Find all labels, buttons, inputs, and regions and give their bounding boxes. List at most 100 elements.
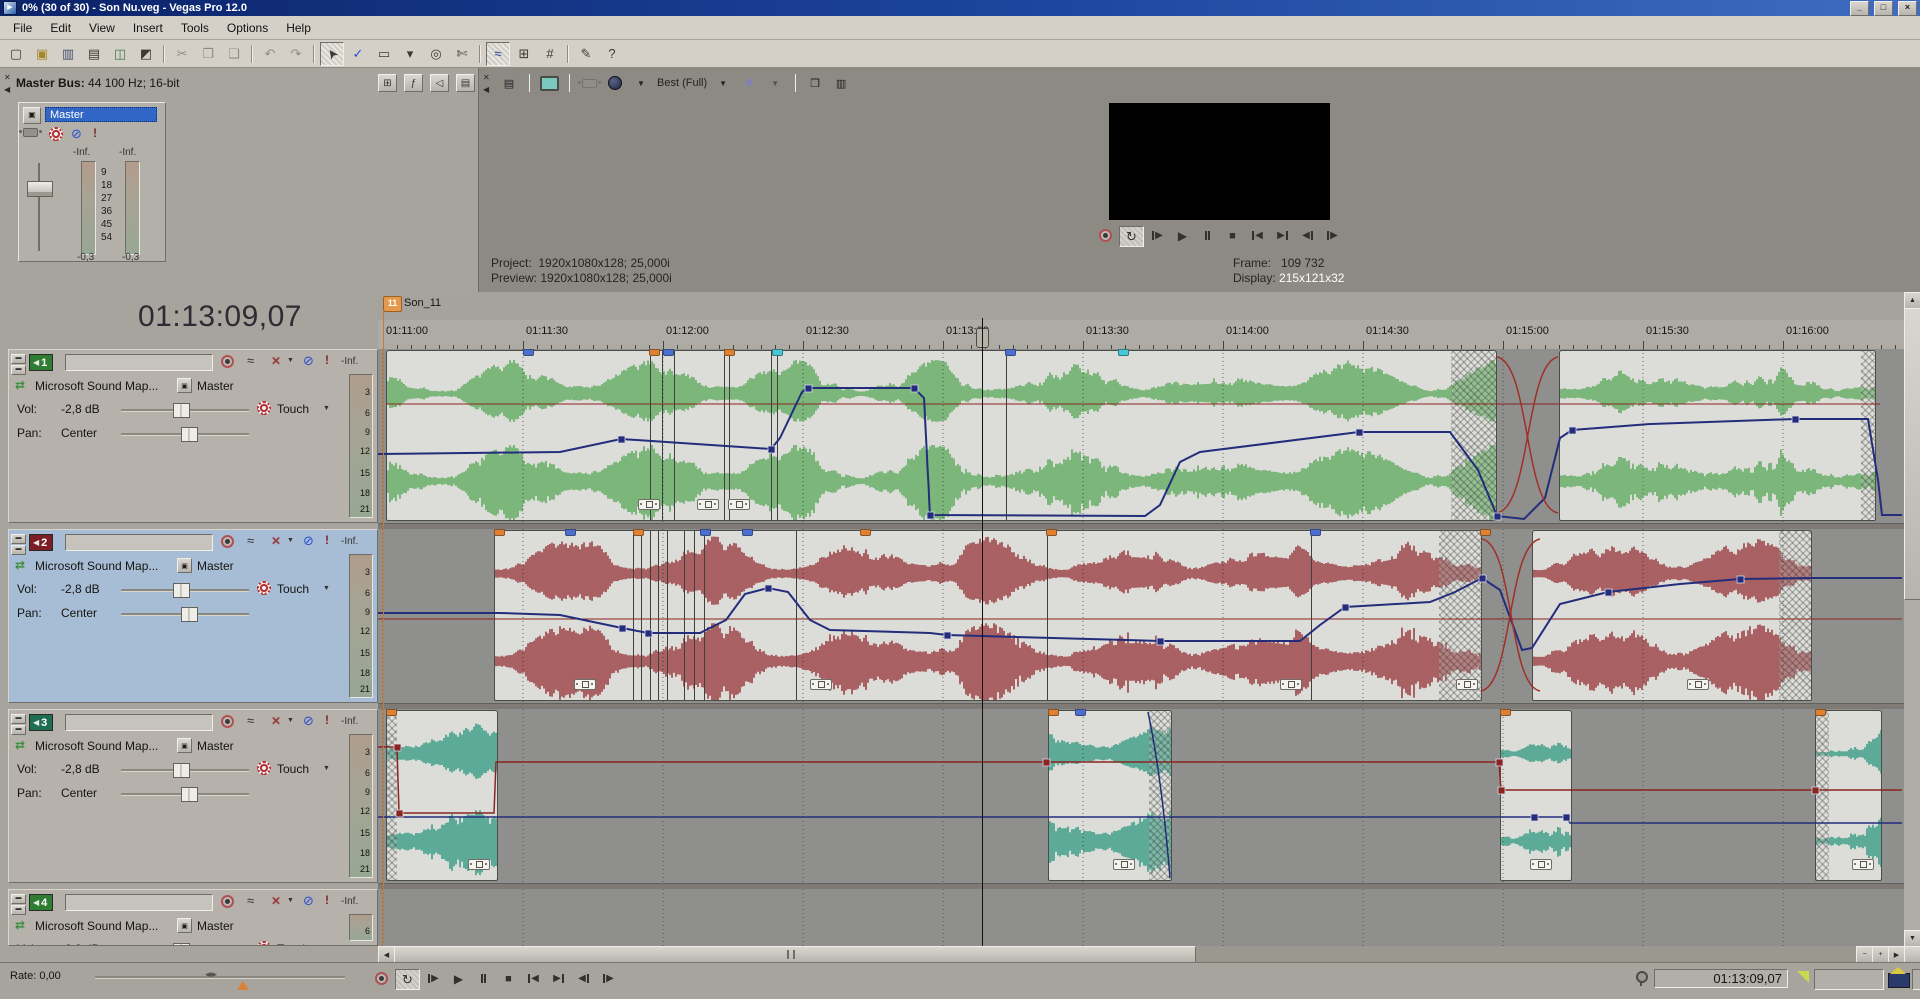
vscroll-down-icon[interactable]: ▼ bbox=[1904, 930, 1920, 947]
track-envelope-button[interactable]: ≈ bbox=[247, 893, 254, 908]
audio-event[interactable] bbox=[386, 350, 1497, 521]
split-screen-button[interactable] bbox=[605, 73, 625, 93]
collapse-icon[interactable]: ◀ bbox=[483, 86, 489, 94]
selection-edit-tool-button[interactable]: ▭ bbox=[372, 42, 396, 66]
timecode-display[interactable]: 01:13:09,07 bbox=[70, 300, 370, 334]
play-from-start-button[interactable]: ▶ bbox=[422, 969, 445, 988]
insert-bus-button[interactable]: ⊞ bbox=[378, 74, 397, 92]
automation-dropdown-icon[interactable]: ▼ bbox=[323, 585, 330, 592]
open-project-button[interactable]: ▣ bbox=[30, 42, 54, 66]
audio-event[interactable] bbox=[1559, 350, 1876, 521]
marker-home-icon[interactable] bbox=[1888, 966, 1910, 988]
pause-button[interactable] bbox=[472, 969, 495, 988]
mute-dropdown-icon[interactable]: ▼ bbox=[287, 357, 294, 364]
crossfade-badge[interactable] bbox=[1456, 679, 1478, 690]
solo-button[interactable]: ⊘ bbox=[303, 353, 314, 369]
ignore-event-grouping-button[interactable]: ⊞ bbox=[512, 42, 536, 66]
rate-slider-handle[interactable]: ◂◂▸▸ bbox=[205, 969, 215, 980]
track-name-input[interactable] bbox=[65, 354, 213, 371]
close-button[interactable]: × bbox=[1898, 1, 1917, 16]
dim-output-icon[interactable]: ! bbox=[93, 126, 97, 140]
volume-slider-handle[interactable] bbox=[173, 403, 190, 418]
maximize-button[interactable]: □ bbox=[1874, 1, 1893, 16]
copy-snapshot-button[interactable]: ❐ bbox=[805, 73, 825, 93]
bus-assign-button[interactable]: ▣ bbox=[177, 738, 192, 753]
save-snapshot-button[interactable]: ▥ bbox=[831, 73, 851, 93]
phase-invert-button[interactable]: ! bbox=[325, 353, 329, 367]
mute-dropdown-icon[interactable]: ▼ bbox=[287, 717, 294, 724]
marker-bar[interactable]: 11Son_11 bbox=[378, 292, 1904, 321]
play-button[interactable]: ▶ bbox=[1171, 226, 1194, 245]
mute-slash-icon[interactable]: ⊘ bbox=[71, 126, 82, 142]
crossfade-badge[interactable] bbox=[1113, 859, 1135, 870]
audio-event[interactable] bbox=[386, 710, 498, 881]
automation-gear-icon[interactable] bbox=[49, 127, 63, 141]
track-minimize-button[interactable]: ▬ bbox=[11, 894, 26, 904]
volume-slider-handle[interactable] bbox=[173, 583, 190, 598]
previous-frame-button[interactable]: ◀ bbox=[572, 969, 595, 988]
cut-button[interactable]: ✂ bbox=[170, 42, 194, 66]
record-button[interactable] bbox=[1094, 226, 1117, 245]
downmix-output-button[interactable]: ◁ bbox=[430, 74, 449, 92]
volume-slider[interactable] bbox=[121, 409, 249, 412]
minimize-button[interactable]: _ bbox=[1850, 1, 1869, 16]
pan-slider[interactable] bbox=[121, 613, 249, 616]
bus-assign-button[interactable]: ▣ bbox=[177, 918, 192, 933]
phase-invert-button[interactable]: ! bbox=[325, 533, 329, 547]
status-timecode[interactable]: 01:13:09,07 bbox=[1654, 969, 1788, 988]
track-header-4[interactable]: ▬▬◀4≈✕▼⊘!-Inf.⇄Microsoft Sound Map...▣Ma… bbox=[8, 889, 378, 946]
track-name-input[interactable] bbox=[65, 894, 213, 911]
solo-button[interactable]: ⊘ bbox=[303, 893, 314, 909]
auto-ripple-button[interactable]: ≈ bbox=[486, 42, 510, 66]
mute-button[interactable]: ✕ bbox=[271, 354, 281, 368]
track-restore-button[interactable]: ▬ bbox=[11, 725, 26, 735]
timeline-marker[interactable]: 11 bbox=[383, 296, 402, 312]
mute-dropdown-icon[interactable]: ▼ bbox=[287, 897, 294, 904]
record-arm-button[interactable] bbox=[221, 895, 234, 908]
io-routing-icon[interactable]: ⇄ bbox=[15, 378, 25, 392]
import-media-button[interactable]: ◫ bbox=[108, 42, 132, 66]
volume-slider[interactable] bbox=[121, 589, 249, 592]
overlays-button[interactable]: # bbox=[739, 73, 759, 93]
zoom-out-button[interactable]: − bbox=[1856, 946, 1873, 963]
automation-dropdown-icon[interactable]: ▼ bbox=[323, 765, 330, 772]
menu-file[interactable]: File bbox=[4, 18, 41, 38]
audio-event[interactable] bbox=[1048, 710, 1172, 881]
mute-dropdown-icon[interactable]: ▼ bbox=[287, 537, 294, 544]
hscroll-thumb[interactable] bbox=[394, 946, 1196, 963]
project-properties-button[interactable]: ▤ bbox=[82, 42, 106, 66]
track-header-2[interactable]: ▬▬◀2≈✕▼⊘!-Inf.⇄Microsoft Sound Map...▣Ma… bbox=[8, 529, 378, 703]
overlays-dropdown-icon[interactable]: ▼ bbox=[765, 73, 785, 93]
vertical-scrollbar[interactable]: ▲▼ bbox=[1904, 292, 1920, 962]
volume-automation-icon[interactable] bbox=[257, 761, 271, 775]
audio-event[interactable] bbox=[1815, 710, 1882, 881]
track-envelope-button[interactable]: ≈ bbox=[247, 533, 254, 548]
insert-assignable-fx-button[interactable]: ƒ bbox=[404, 74, 423, 92]
menu-insert[interactable]: Insert bbox=[124, 18, 172, 38]
track-number-badge[interactable]: ◀2 bbox=[29, 534, 53, 551]
mute-button[interactable]: ✕ bbox=[271, 714, 281, 728]
menu-view[interactable]: View bbox=[80, 18, 124, 38]
play-button[interactable]: ▶ bbox=[447, 969, 470, 988]
go-to-start-button[interactable]: ◀ bbox=[522, 969, 545, 988]
play-from-start-button[interactable]: ▶ bbox=[1146, 226, 1169, 245]
undo-button[interactable]: ↶ bbox=[258, 42, 282, 66]
track-name-input[interactable] bbox=[65, 534, 213, 551]
volume-slider[interactable] bbox=[121, 769, 249, 772]
io-routing-icon[interactable]: ⇄ bbox=[15, 918, 25, 932]
capture-video-button[interactable]: ◩ bbox=[134, 42, 158, 66]
track-restore-button[interactable]: ▬ bbox=[11, 365, 26, 375]
whats-this-help-button[interactable]: ? bbox=[600, 42, 624, 66]
phase-invert-button[interactable]: ! bbox=[325, 713, 329, 727]
record-arm-button[interactable] bbox=[221, 535, 234, 548]
mute-button[interactable]: ✕ bbox=[271, 534, 281, 548]
audio-event[interactable] bbox=[1500, 710, 1572, 881]
collapse-icon[interactable]: ◀ bbox=[4, 86, 10, 94]
redo-button[interactable]: ↷ bbox=[284, 42, 308, 66]
horizontal-scrollbar[interactable]: ◀−+▶ bbox=[378, 946, 1904, 962]
stop-button[interactable]: ■ bbox=[497, 969, 520, 988]
pan-slider-handle[interactable] bbox=[181, 607, 198, 622]
track-header-3[interactable]: ▬▬◀3≈✕▼⊘!-Inf.⇄Microsoft Sound Map...▣Ma… bbox=[8, 709, 378, 883]
audio-event[interactable] bbox=[1532, 530, 1812, 701]
crossfade-badge[interactable] bbox=[1852, 859, 1874, 870]
